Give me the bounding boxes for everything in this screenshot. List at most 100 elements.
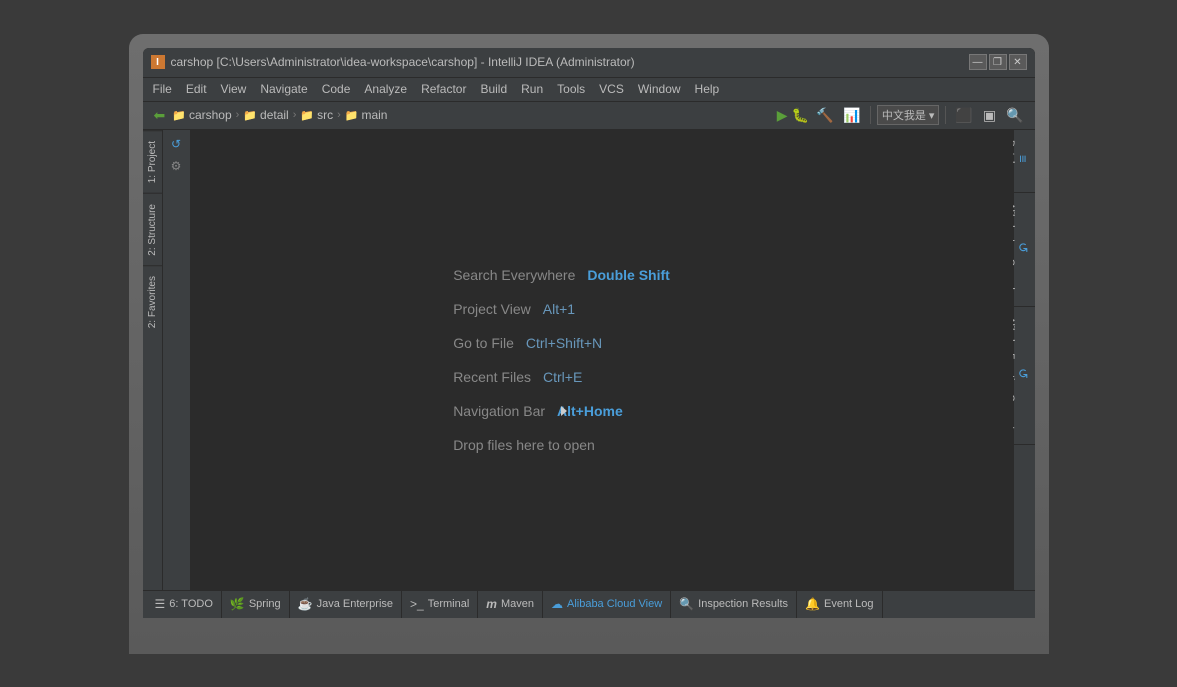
folder-icon2: 📁 [243, 109, 257, 122]
breadcrumb-detail-label: detail [260, 108, 289, 122]
title-bar-left: I carshop [C:\Users\Administrator\idea-w… [151, 55, 635, 69]
profile-button[interactable]: 📊 [840, 105, 863, 126]
menu-analyze[interactable]: Analyze [358, 80, 413, 98]
bottom-tabs: ☰ 6: TODO 🌿 Spring ☕ Java Enterprise >_ … [143, 590, 1035, 618]
build-button[interactable]: 🔨 [813, 105, 836, 126]
menu-vcs[interactable]: VCS [593, 80, 630, 98]
close-button[interactable]: ✕ [1009, 54, 1027, 70]
right-sidebar: ≡ Database ↺ Alibaba Log Console ↺ Aliba… [1013, 130, 1035, 590]
lang-selector[interactable]: 中文我是 ▾ [877, 105, 940, 125]
navigate-back-icon[interactable]: ⬅ [151, 105, 169, 126]
menu-tools[interactable]: Tools [551, 80, 591, 98]
sep2: › [293, 109, 297, 121]
tab-todo[interactable]: ☰ 6: TODO [147, 591, 222, 618]
folder-icon: 📁 [172, 109, 186, 122]
menu-build[interactable]: Build [474, 80, 513, 98]
terminal-icon: >_ [410, 597, 424, 611]
menu-refactor[interactable]: Refactor [415, 80, 472, 98]
alibaba-log-icon: ↺ [1016, 203, 1031, 291]
spring-icon: 🌿 [230, 597, 245, 611]
settings-icon[interactable]: ⚙ [166, 156, 186, 176]
search-everywhere-row: Search Everywhere Double Shift [453, 267, 670, 283]
menu-edit[interactable]: Edit [180, 80, 213, 98]
spring-label: Spring [249, 598, 281, 610]
search-everywhere-key: Double Shift [587, 267, 669, 283]
breadcrumb-src-label: src [317, 108, 333, 122]
menu-navigate[interactable]: Navigate [254, 80, 313, 98]
navigation-bar-row: Navigation Bar Alt+Home [453, 403, 670, 419]
minimize-button[interactable]: — [969, 54, 987, 70]
goto-file-label: Go to File [453, 335, 514, 351]
shortcut-hints: Search Everywhere Double Shift Project V… [453, 267, 670, 453]
tab-terminal[interactable]: >_ Terminal [402, 591, 478, 618]
right-tab-alibaba-function[interactable]: ↺ Alibaba Function Compute [1014, 307, 1035, 446]
menu-code[interactable]: Code [316, 80, 357, 98]
java-enterprise-icon: ☕ [298, 597, 313, 611]
maven-icon: m [486, 597, 497, 611]
tab-structure[interactable]: 2: Structure [143, 193, 162, 266]
app-icon: I [151, 55, 165, 69]
todo-label: 6: TODO [169, 598, 213, 610]
breadcrumb-src[interactable]: 📁 src [300, 108, 333, 122]
right-tab-alibaba-log[interactable]: ↺ Alibaba Log Console [1014, 193, 1035, 306]
inspection-label: Inspection Results [698, 598, 788, 610]
title-bar: I carshop [C:\Users\Administrator\idea-w… [143, 48, 1035, 78]
editor-content: Search Everywhere Double Shift Project V… [191, 130, 1013, 590]
debug-button[interactable]: 🐛 [792, 107, 809, 124]
menu-window[interactable]: Window [632, 80, 687, 98]
project-view-row: Project View Alt+1 [453, 301, 670, 317]
tab-event-log[interactable]: 🔔 Event Log [797, 591, 883, 618]
window-title: carshop [C:\Users\Administrator\idea-wor… [171, 55, 635, 69]
breadcrumb: ⬅ 📁 carshop › 📁 detail › 📁 src › 📁 [151, 105, 388, 126]
toolbar-divider [870, 106, 871, 124]
maven-label: Maven [501, 598, 534, 610]
layout-icon[interactable]: ⬛ [952, 105, 975, 126]
project-view-label: Project View [453, 301, 531, 317]
sep1: › [236, 109, 240, 121]
right-tab-database[interactable]: ≡ Database [1014, 130, 1035, 194]
drop-files-label: Drop files here to open [453, 437, 595, 453]
project-view-key: Alt+1 [543, 301, 575, 317]
navigation-bar-label: Navigation Bar [453, 403, 545, 419]
lang-dropdown-icon: ▾ [929, 109, 935, 122]
tab-maven[interactable]: m Maven [478, 591, 543, 618]
tab-spring[interactable]: 🌿 Spring [222, 591, 290, 618]
menu-run[interactable]: Run [515, 80, 549, 98]
run-button[interactable]: ▶ [777, 107, 788, 124]
inspection-icon: 🔍 [679, 597, 694, 611]
terminal-label: Terminal [428, 598, 470, 610]
panels-icon[interactable]: ▣ [980, 105, 999, 126]
left-panel-tabs: 1: Project 2: Structure 2: Favorites [143, 130, 163, 590]
breadcrumb-carshop[interactable]: 📁 carshop [172, 108, 231, 122]
sep3: › [337, 109, 341, 121]
search-everywhere-button[interactable]: 🔍 [1003, 105, 1026, 126]
todo-icon: ☰ [155, 597, 166, 611]
toolbar-divider2 [945, 106, 946, 124]
menu-help[interactable]: Help [689, 80, 726, 98]
recent-files-row: Recent Files Ctrl+E [453, 369, 670, 385]
window-controls: — ❐ ✕ [969, 54, 1027, 70]
goto-file-row: Go to File Ctrl+Shift+N [453, 335, 670, 351]
main-area: 1: Project 2: Structure 2: Favorites ↺ ⚙… [143, 130, 1035, 590]
alibaba-cloud-view-icon: ☁ [551, 597, 563, 611]
tab-java-enterprise[interactable]: ☕ Java Enterprise [290, 591, 402, 618]
restore-button[interactable]: ❐ [989, 54, 1007, 70]
menu-file[interactable]: File [147, 80, 178, 98]
navigation-bar-key: Alt+Home [557, 403, 623, 419]
breadcrumb-main[interactable]: 📁 main [345, 108, 388, 122]
folder-icon3: 📁 [300, 109, 314, 122]
alibaba-function-icon: ↺ [1016, 317, 1031, 431]
breadcrumb-detail[interactable]: 📁 detail [243, 108, 288, 122]
breadcrumb-carshop-label: carshop [189, 108, 232, 122]
breadcrumb-bar: ⬅ 📁 carshop › 📁 detail › 📁 src › 📁 [143, 102, 1035, 130]
breadcrumb-main-label: main [361, 108, 387, 122]
tab-inspection-results[interactable]: 🔍 Inspection Results [671, 591, 797, 618]
tab-project[interactable]: 1: Project [143, 130, 162, 193]
folder-icon4: 📁 [345, 109, 359, 122]
tab-alibaba-cloud-view[interactable]: ☁ Alibaba Cloud View [543, 591, 671, 618]
database-icon: ≡ [1016, 140, 1031, 179]
menu-view[interactable]: View [215, 80, 253, 98]
tab-favorites[interactable]: 2: Favorites [143, 265, 162, 338]
event-log-icon: 🔔 [805, 597, 820, 611]
sync-icon[interactable]: ↺ [166, 134, 186, 154]
